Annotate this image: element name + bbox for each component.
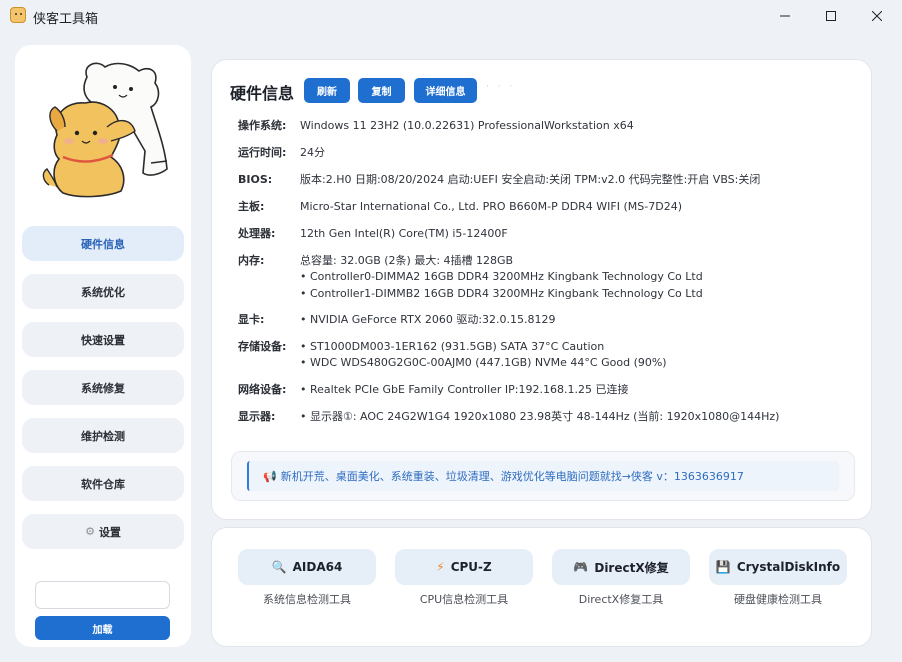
- info-value: Micro-Star International Co., Ltd. PRO B…: [300, 200, 682, 213]
- megaphone-icon: 📢: [263, 469, 277, 483]
- minimize-icon: [780, 15, 790, 17]
- info-value: Windows 11 23H2 (10.0.22631) Professiona…: [300, 119, 634, 132]
- info-value: • NVIDIA GeForce RTX 2060 驱动:32.0.15.812…: [300, 313, 556, 326]
- info-label: 显示器:: [238, 410, 276, 423]
- info-value: • Controller0-DIMMA2 16GB DDR4 3200MHz K…: [300, 270, 703, 283]
- gamepad-icon: 🎮: [573, 560, 589, 574]
- sidebar-item-system-optimize[interactable]: 系统优化: [22, 274, 184, 309]
- sidebar-item-software-store[interactable]: 软件仓库: [22, 466, 184, 501]
- loading-dots: · · ·: [486, 82, 516, 92]
- info-label: 运行时间:: [238, 146, 287, 159]
- load-button[interactable]: 加载: [35, 616, 170, 640]
- sidebar-item-maintenance-check[interactable]: 维护检测: [22, 418, 184, 453]
- tool-label: DirectX修复: [594, 560, 669, 575]
- title-bar: 侠客工具箱: [0, 0, 902, 32]
- tool-caption: 系统信息检测工具: [263, 593, 351, 606]
- app-icon: [10, 7, 26, 23]
- sidebar-item-label: 维护检测: [81, 429, 125, 443]
- notice-box: 📢 新机开荒、桌面美化、系统重装、垃圾清理、游戏优化等电脑问题就找→侠客 v：1…: [231, 451, 855, 501]
- sidebar-item-label: 设置: [98, 525, 121, 539]
- copy-button[interactable]: 复制: [358, 78, 405, 103]
- maximize-icon: [826, 11, 836, 21]
- sidebar-item-label: 系统优化: [81, 285, 125, 299]
- info-value: • Controller1-DIMMB2 16GB DDR4 3200MHz K…: [300, 287, 703, 300]
- info-label: 操作系统:: [238, 119, 287, 132]
- aida64-button[interactable]: 🔍 AIDA64: [238, 549, 376, 585]
- magnifier-icon: 🔍: [271, 560, 287, 574]
- panel-title: 硬件信息: [230, 84, 295, 103]
- close-button[interactable]: [854, 0, 900, 32]
- tools-panel: 🔍 AIDA64 系统信息检测工具 ⚡ CPU-Z CPU信息检测工具 🎮 Di…: [211, 527, 872, 647]
- info-label: BIOS:: [238, 173, 273, 186]
- tool-caption: 硬盘健康检测工具: [734, 593, 822, 606]
- tool-crystaldiskinfo: 💾 CrystalDiskInfo 硬盘健康检测工具: [709, 549, 847, 607]
- tool-label: CPU-Z: [450, 560, 492, 574]
- notice-banner[interactable]: 📢 新机开荒、桌面美化、系统重装、垃圾清理、游戏优化等电脑问题就找→侠客 v：1…: [247, 461, 839, 491]
- info-value: 总容量: 32.0GB (2条) 最大: 4插槽 128GB: [300, 254, 514, 267]
- info-value: • 显示器①: AOC 24G2W1G4 1920x1080 23.98英寸 4…: [300, 410, 780, 423]
- info-value: • ST1000DM003-1ER162 (931.5GB) SATA 37°C…: [300, 340, 605, 353]
- sidebar: 硬件信息 系统优化 快速设置 系统修复 维护检测 软件仓库 ⚙ 设置 加载: [15, 45, 191, 647]
- tool-directx-repair: 🎮 DirectX修复 DirectX修复工具: [552, 549, 690, 607]
- mascot-dogs-illustration: [42, 62, 168, 198]
- sidebar-item-hardware-info[interactable]: 硬件信息: [22, 226, 184, 261]
- minimize-button[interactable]: [762, 0, 808, 32]
- tool-label: CrystalDiskInfo: [736, 560, 841, 574]
- info-label: 处理器:: [238, 227, 276, 240]
- sidebar-item-settings[interactable]: ⚙ 设置: [22, 514, 184, 549]
- crystaldiskinfo-button[interactable]: 💾 CrystalDiskInfo: [709, 549, 847, 585]
- tool-cpuz: ⚡ CPU-Z CPU信息检测工具: [395, 549, 533, 607]
- sidebar-item-label: 硬件信息: [81, 237, 125, 251]
- maximize-button[interactable]: [808, 0, 854, 32]
- info-label: 网络设备:: [238, 383, 287, 396]
- tool-label: AIDA64: [292, 560, 343, 574]
- info-label: 显卡:: [238, 313, 265, 326]
- refresh-button[interactable]: 刷新: [304, 78, 350, 103]
- close-icon: [872, 11, 882, 21]
- directx-repair-button[interactable]: 🎮 DirectX修复: [552, 549, 690, 585]
- hardware-info-panel: 硬件信息 刷新 复制 详细信息 · · · 操作系统: Windows 11 2…: [211, 59, 872, 520]
- info-value: • Realtek PCIe GbE Family Controller IP:…: [300, 383, 629, 396]
- info-label: 存储设备:: [238, 340, 287, 353]
- load-input[interactable]: [35, 581, 170, 609]
- info-value: 版本:2.H0 日期:08/20/2024 启动:UEFI 安全启动:关闭 TP…: [300, 173, 761, 186]
- detail-info-button[interactable]: 详细信息: [414, 78, 477, 103]
- lightning-icon: ⚡: [436, 560, 445, 574]
- info-label: 内存:: [238, 254, 265, 267]
- cpuz-button[interactable]: ⚡ CPU-Z: [395, 549, 533, 585]
- sidebar-item-quick-settings[interactable]: 快速设置: [22, 322, 184, 357]
- info-value: • WDC WDS480G2G0C-00AJM0 (447.1GB) NVMe …: [300, 356, 667, 369]
- sidebar-item-system-repair[interactable]: 系统修复: [22, 370, 184, 405]
- notice-text: 新机开荒、桌面美化、系统重装、垃圾清理、游戏优化等电脑问题就找→侠客 v：136…: [280, 470, 744, 483]
- tool-caption: DirectX修复工具: [578, 593, 664, 606]
- tool-aida64: 🔍 AIDA64 系统信息检测工具: [238, 549, 376, 607]
- gear-icon: ⚙: [85, 525, 95, 538]
- info-value: 24分: [300, 146, 325, 159]
- info-value: 12th Gen Intel(R) Core(TM) i5-12400F: [300, 227, 508, 240]
- sidebar-item-label: 快速设置: [81, 333, 125, 347]
- info-label: 主板:: [238, 200, 265, 213]
- disk-icon: 💾: [715, 560, 731, 574]
- sidebar-item-label: 软件仓库: [81, 477, 125, 491]
- tool-caption: CPU信息检测工具: [419, 593, 509, 606]
- window-title: 侠客工具箱: [33, 12, 99, 27]
- sidebar-item-label: 系统修复: [81, 381, 125, 395]
